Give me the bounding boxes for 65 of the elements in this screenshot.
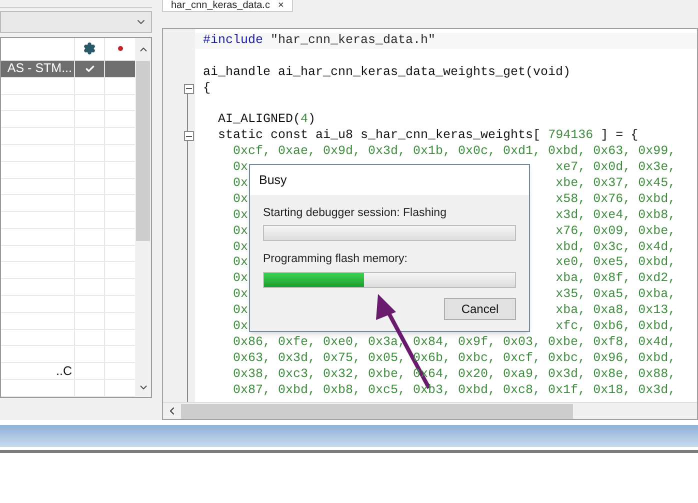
code-line: 0x: [232, 303, 248, 320]
code-line: xbd, 0x3c, 0x4d,: [556, 240, 676, 256]
code-line: 0x86, 0xfe, 0xe0, 0x3a, 0x84, 0x9f, 0x03, 0xbe, 0xf8, 0x4d,: [232, 334, 676, 349]
table-row[interactable]: [1, 111, 135, 128]
code-line: 0x: [232, 319, 248, 335]
table-row[interactable]: [1, 330, 135, 346]
table-row[interactable]: [1, 162, 135, 178]
code-line: 0x: [232, 255, 248, 272]
row-label: AS - STM...: [7, 60, 72, 78]
code-line: {: [203, 80, 211, 95]
code-line: 0x: [232, 224, 248, 240]
table-row[interactable]: [1, 212, 135, 229]
code-line: x35, 0xa5, 0xba,: [556, 287, 676, 304]
status-text: Programming flash memory:: [263, 252, 408, 268]
table-row[interactable]: [1, 144, 135, 162]
table-row[interactable]: [1, 128, 135, 145]
row-label: ..C: [56, 362, 72, 380]
vertical-scrollbar[interactable]: [135, 38, 151, 397]
code-line: 0x: [232, 176, 248, 192]
code-line: xba, 0xa8, 0x13,: [556, 303, 676, 320]
code-line: x3d, 0xe4, 0xb8,: [556, 208, 676, 224]
code-line: xfc, 0xb6, 0xbd,: [556, 319, 676, 335]
code-line: 0x87, 0xbd, 0xb8, 0xc5, 0xb3, 0xbd, 0xc8, 0x1f, 0x18, 0x3d,: [232, 382, 676, 397]
fold-toggle-icon[interactable]: [184, 131, 194, 142]
gear-icon[interactable]: [83, 42, 96, 56]
table-row[interactable]: [1, 246, 135, 262]
code-line: xe7, 0x0d, 0x3e,: [556, 160, 676, 176]
status-text: Starting debugger session: Flashing: [263, 206, 448, 221]
table-row[interactable]: [1, 228, 135, 246]
scrollbar-thumb[interactable]: [136, 61, 150, 241]
code-line: 0x: [232, 208, 248, 224]
dialog-title: Busy: [250, 165, 529, 195]
table-row[interactable]: [1, 94, 135, 112]
table-row[interactable]: [1, 346, 135, 364]
code-line: xba, 0x8f, 0xd2,: [556, 271, 676, 288]
close-tab-button[interactable]: ×: [278, 0, 284, 11]
code-line: AI_ALIGNED(4): [217, 112, 316, 126]
table-row[interactable]: [1, 195, 135, 212]
scrollbar-thumb[interactable]: [181, 404, 573, 418]
code-line: xbe, 0x37, 0x45,: [556, 176, 676, 192]
table-row[interactable]: [1, 78, 135, 95]
code-line: xe0, 0xe5, 0xbd,: [556, 255, 676, 272]
table-row[interactable]: [1, 296, 135, 313]
code-line: 0x: [232, 271, 248, 288]
table-row[interactable]: [1, 178, 135, 196]
code-line: 0x: [232, 287, 248, 304]
code-line: x58, 0x76, 0xbd,: [556, 192, 676, 208]
code-line: 0x: [232, 192, 248, 208]
cancel-button[interactable]: Cancel: [444, 298, 516, 320]
table-row[interactable]: ..C: [1, 363, 135, 380]
code-line: 0x: [232, 160, 248, 176]
fold-toggle-icon[interactable]: [184, 84, 194, 94]
dropdown-field[interactable]: [0, 11, 152, 33]
code-line: x76, 0x09, 0xbe,: [556, 224, 676, 240]
code-line: 0x: [232, 240, 248, 256]
table-row[interactable]: [1, 262, 135, 280]
editor-tab[interactable]: har_cnn_keras_data.c ×: [162, 0, 293, 12]
code-line: ai_handle ai_har_cnn_keras_data_weights_get(void): [203, 64, 571, 79]
table-row[interactable]: AS - STM...: [1, 60, 135, 78]
table-row[interactable]: [1, 279, 135, 296]
code-line: static const ai_u8 s_har_cnn_keras_weights[ 794136 ] = {: [217, 128, 638, 142]
table-row[interactable]: [1, 312, 135, 330]
horizontal-scrollbar[interactable]: [163, 402, 697, 419]
code-line: 0xcf, 0xae, 0x9d, 0x3d, 0x1b, 0x0c, 0xd1, 0xbd, 0x63, 0x99,: [232, 144, 676, 158]
code-line: #include "har_cnn_keras_data.h": [203, 33, 436, 47]
